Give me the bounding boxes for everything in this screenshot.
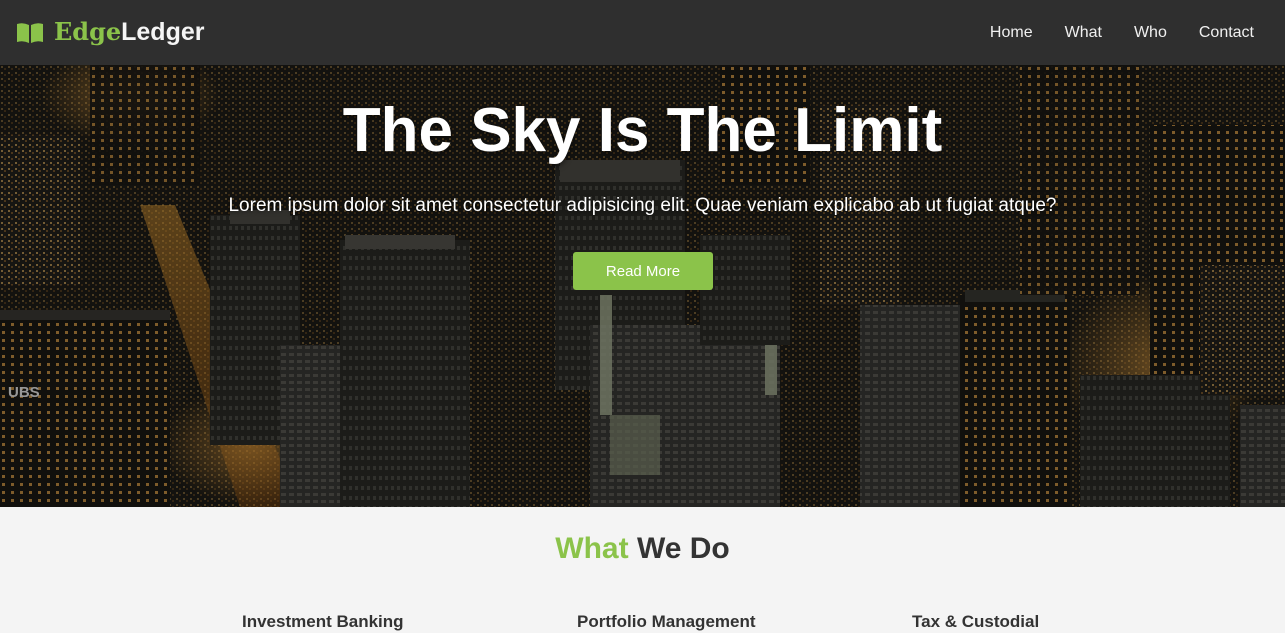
nav-link-what[interactable]: What [1049, 16, 1118, 50]
brand-name-edge: Edge [54, 17, 122, 46]
hero-subtitle: Lorem ipsum dolor sit amet consectetur a… [228, 195, 1057, 216]
brand-logo[interactable]: EdgeLedger [16, 20, 204, 45]
hero-content: The Sky Is The Limit Lorem ipsum dolor s… [0, 65, 1285, 507]
nav-link-contact[interactable]: Contact [1183, 16, 1270, 50]
open-book-icon [17, 22, 43, 43]
brand-name-ledger: Ledger [121, 18, 205, 46]
service-title-investment-banking: Investment Banking [242, 612, 404, 631]
read-more-button[interactable]: Read More [573, 252, 713, 290]
section-title-rest: We Do [636, 532, 730, 565]
section-title: What We Do [0, 531, 1285, 567]
section-title-accent: What [555, 532, 629, 565]
what-we-do-section: What We Do Investment Banking Portfolio … [0, 507, 1285, 631]
service-title-tax-custodial: Tax & Custodial [912, 612, 1040, 631]
navbar: EdgeLedger Home What Who Contact [0, 0, 1285, 65]
nav-link-who[interactable]: Who [1118, 16, 1183, 50]
nav-link-home[interactable]: Home [974, 16, 1049, 50]
hero-title: The Sky Is The Limit [342, 96, 943, 165]
brand-name: EdgeLedger [54, 20, 204, 45]
main-nav: Home What Who Contact [974, 16, 1270, 50]
hero-section: UBS The Sky Is The Limit Lorem ipsum dol… [0, 65, 1285, 507]
service-title-portfolio-management: Portfolio Management [577, 612, 756, 631]
